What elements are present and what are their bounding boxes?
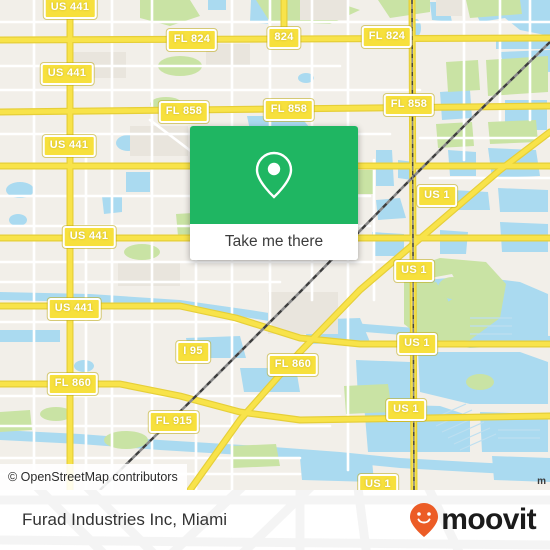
place-title: Furad Industries Inc, Miami: [22, 510, 228, 529]
road-shield: FL 860: [267, 354, 319, 376]
popup-icon-panel: [190, 126, 358, 224]
road-shield: FL 860: [47, 373, 99, 395]
road-shield: FL 915: [148, 411, 200, 433]
road-shield: US 441: [43, 0, 97, 19]
moovit-smile-pin-icon: [410, 503, 439, 537]
road-shield: US 441: [62, 226, 116, 248]
footer-bar: Furad Industries Inc, Miami moovit: [0, 490, 550, 550]
moovit-wordmark: moovit: [441, 503, 536, 536]
road-shield: I 95: [176, 341, 210, 363]
road-shield: FL 858: [383, 94, 435, 116]
map-edge-label: m: [537, 476, 546, 487]
map-attribution: © OpenStreetMap contributors: [0, 464, 187, 490]
road-shield: US 1: [397, 333, 437, 355]
road-shield: US 1: [386, 399, 426, 421]
road-shield: US 441: [47, 298, 101, 320]
popup-action-bar[interactable]: Take me there: [190, 224, 358, 260]
road-shield: US 441: [40, 63, 94, 85]
road-shield: US 1: [417, 185, 457, 207]
road-shield: US 1: [394, 260, 434, 282]
location-popup-card[interactable]: Take me there: [190, 126, 358, 260]
road-shield: US 1: [358, 474, 398, 490]
road-shield: US 441: [42, 135, 96, 157]
road-shield: FL 858: [158, 101, 210, 123]
road-shield: FL 824: [166, 29, 218, 51]
map-pin-icon: [255, 151, 293, 199]
take-me-there-label: Take me there: [224, 233, 324, 250]
road-shield: FL 824: [361, 26, 413, 48]
moovit-brand-logo[interactable]: moovit: [409, 502, 537, 538]
road-shield: FL 858: [263, 99, 315, 121]
footer-content: Furad Industries Inc, Miami moovit: [0, 490, 550, 550]
road-shield: 824: [267, 27, 301, 49]
map-page: US 441 FL 824 824 FL 824 US 441 FL 858 FL 858 F…: [0, 0, 550, 550]
